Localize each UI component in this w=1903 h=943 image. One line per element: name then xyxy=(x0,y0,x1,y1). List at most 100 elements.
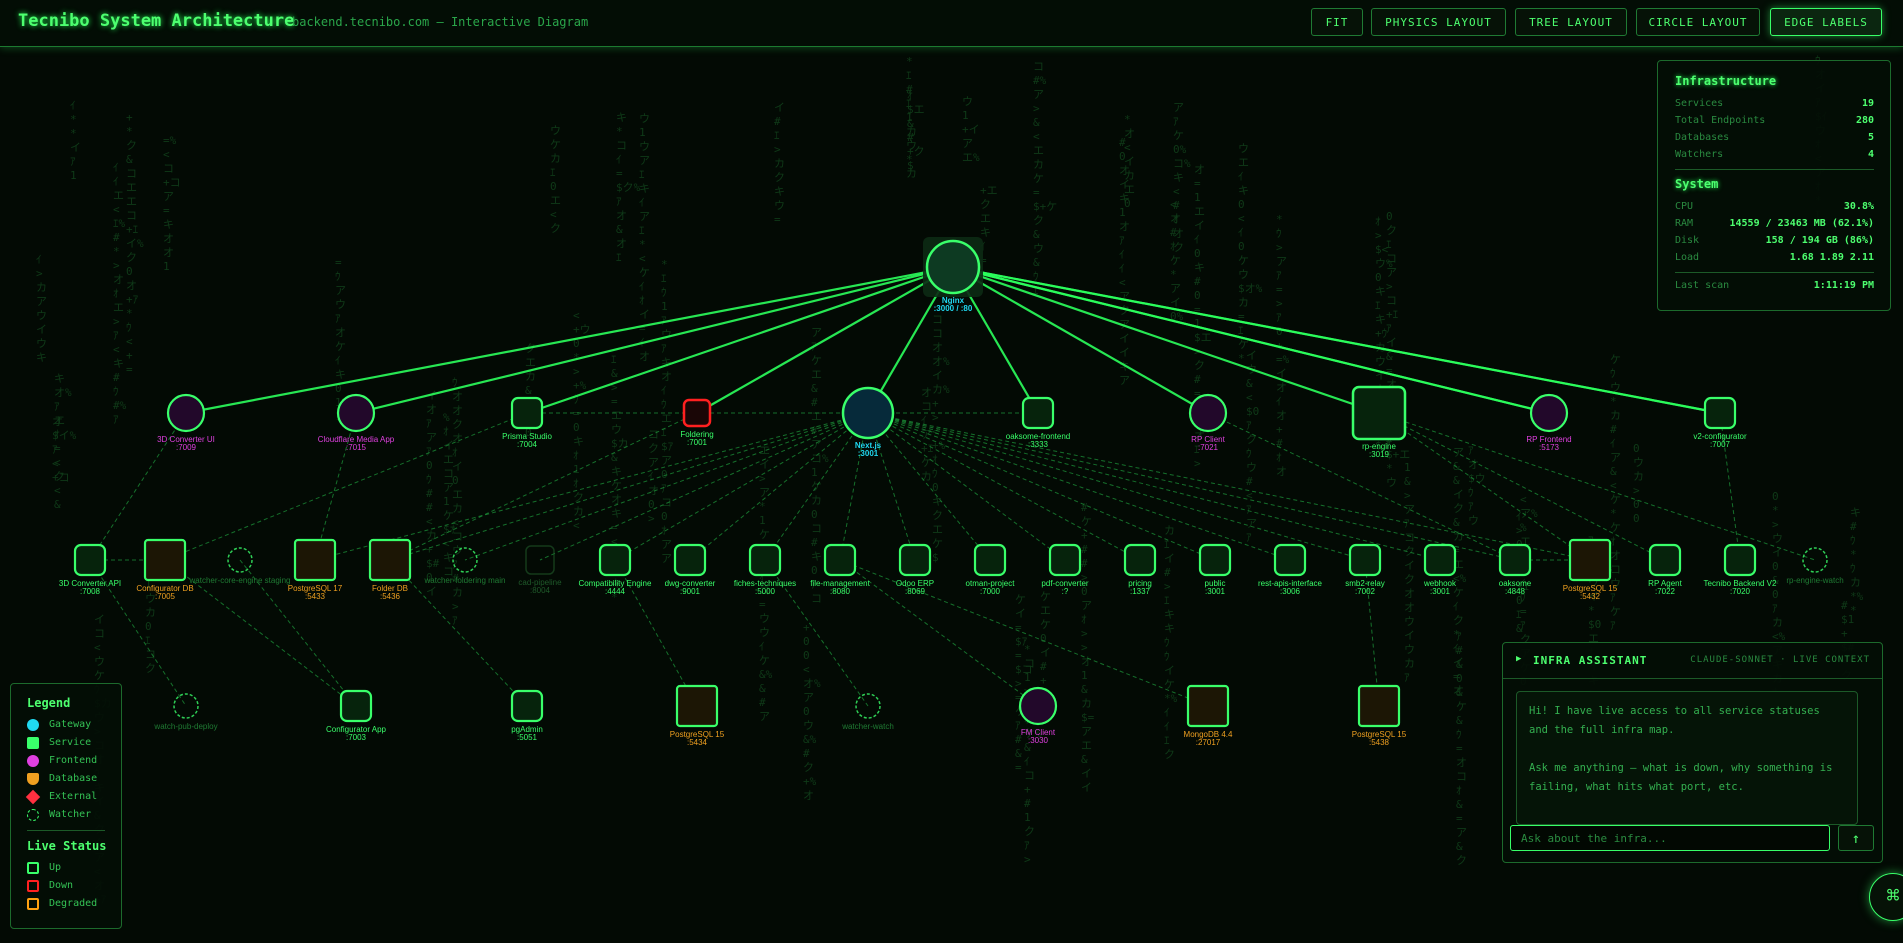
send-button[interactable]: ↑ xyxy=(1838,825,1874,851)
node-watch-fold[interactable]: watcher-foldering main xyxy=(424,547,506,585)
physics-layout-button[interactable]: PHYSICS LAYOUT xyxy=(1371,8,1506,36)
node-port: :9001 xyxy=(680,587,701,596)
node-foldering[interactable]: Foldering:7001 xyxy=(680,398,714,447)
node-webhook[interactable]: webhook:3001 xyxy=(1423,543,1457,596)
infra-assistant-panel: ▶ INFRA ASSISTANT CLAUDE-SONNET · LIVE C… xyxy=(1502,642,1883,863)
node-port: :7000 xyxy=(980,587,1001,596)
tree-layout-button[interactable]: TREE LAYOUT xyxy=(1515,8,1627,36)
edge xyxy=(867,412,1141,561)
node-conf-app[interactable]: Configurator App:7003 xyxy=(326,689,387,742)
stat-row: Databases 5 xyxy=(1675,132,1874,143)
edge xyxy=(1378,412,1816,561)
divider xyxy=(27,830,105,831)
node-rp-engine[interactable]: rp-engine:3019 xyxy=(1351,385,1407,459)
command-icon: ⌘ xyxy=(1886,884,1900,909)
last-scan-row: Last scan 1:11:19 PM xyxy=(1675,280,1874,291)
node-3dconv-api[interactable]: 3D Converter API:7008 xyxy=(59,543,121,596)
node-port: :3019 xyxy=(1369,450,1390,459)
node-port: :5432 xyxy=(1580,592,1601,601)
service-shape xyxy=(823,543,857,577)
edge xyxy=(867,412,1591,561)
stat-row: Load 1.68 1.89 2.11 xyxy=(1675,252,1874,263)
node-odoo[interactable]: Odoo ERP:8069 xyxy=(896,543,934,596)
node-prisma[interactable]: Prisma Studio:7004 xyxy=(502,396,552,449)
node-public[interactable]: public:3001 xyxy=(1198,543,1232,596)
node-port: :5433 xyxy=(305,592,326,601)
service-shape xyxy=(510,689,544,723)
service-shape xyxy=(1498,543,1532,577)
database-shape xyxy=(293,538,337,582)
service-shape xyxy=(1021,396,1055,430)
node-port: :3333 xyxy=(1028,440,1049,449)
node-pg15b[interactable]: PostgreSQL 15:5434 xyxy=(670,684,725,747)
node-pdfconv[interactable]: pdf-converter:? xyxy=(1041,543,1089,596)
database-shape xyxy=(1186,684,1230,728)
node-nextjs[interactable]: Next.js:3001 xyxy=(841,386,895,458)
assistant-input[interactable] xyxy=(1510,825,1830,851)
node-rp-client[interactable]: RP Client:7021 xyxy=(1188,393,1228,452)
service-shape xyxy=(973,543,1007,577)
node-otman[interactable]: otman-project:7000 xyxy=(966,543,1016,596)
node-pg15c[interactable]: PostgreSQL 15:5438 xyxy=(1352,684,1407,747)
node-pgadmin[interactable]: pgAdmin:5051 xyxy=(510,689,544,742)
node-pg15a[interactable]: PostgreSQL 15:5432 xyxy=(1563,538,1618,601)
fit-button[interactable]: FIT xyxy=(1311,8,1363,36)
node-smb2[interactable]: smb2-relay:7002 xyxy=(1345,543,1385,596)
degraded-status-icon xyxy=(27,898,39,910)
node-v2-conf[interactable]: v2-configurator:7007 xyxy=(1693,396,1747,449)
stat-row: Services 19 xyxy=(1675,98,1874,109)
node-pg17[interactable]: PostgreSQL 17:5433 xyxy=(288,538,343,601)
service-shape xyxy=(673,543,707,577)
node-port: :7007 xyxy=(1710,440,1731,449)
node-port: :8004 xyxy=(530,586,551,595)
circle-layout-button[interactable]: CIRCLE LAYOUT xyxy=(1636,8,1760,36)
node-fm-client[interactable]: FM Client:3030 xyxy=(1018,686,1058,745)
node-watch-rp[interactable]: rp-engine-watch xyxy=(1786,547,1844,585)
node-port: :? xyxy=(1062,587,1069,596)
node-mongo[interactable]: MongoDB 4.4:27017 xyxy=(1184,684,1233,747)
stat-row: Disk 158 / 194 GB (86%) xyxy=(1675,235,1874,246)
node-tecnibo-be[interactable]: Tecnibo Backend V2:7020 xyxy=(1704,543,1777,596)
node-folder-db[interactable]: Folder DB:5436 xyxy=(368,538,412,601)
node-fiches[interactable]: fiches-techniques:5000 xyxy=(734,543,796,596)
node-3dconv-ui[interactable]: 3D Converter UI:7009 xyxy=(157,393,215,452)
node-oaksome[interactable]: oaksome:4848 xyxy=(1498,543,1532,596)
play-icon: ▶ xyxy=(1516,654,1522,664)
edge xyxy=(867,412,991,561)
node-label: rp-engine-watch xyxy=(1786,576,1843,585)
node-watch-pub[interactable]: watch-pub-deploy xyxy=(153,693,218,731)
node-dwg[interactable]: dwg-converter:9001 xyxy=(665,543,716,596)
service-shape xyxy=(1123,543,1157,577)
node-watch-con[interactable]: watcher-watch xyxy=(841,693,894,731)
service-shape xyxy=(339,689,373,723)
up-status-icon xyxy=(27,862,39,874)
node-conf-db[interactable]: Configurator DB:7005 xyxy=(136,538,194,601)
node-watch-core[interactable]: watcher-core-engine staging xyxy=(189,547,291,585)
node-port: :8069 xyxy=(905,587,926,596)
node-port: :7005 xyxy=(155,592,176,601)
edge xyxy=(952,266,1209,414)
arrow-up-icon: ↑ xyxy=(1851,831,1861,847)
service-shape xyxy=(598,543,632,577)
node-rp-agent[interactable]: RP Agent:7022 xyxy=(1648,543,1683,596)
assistant-message: Hi! I have live access to all service st… xyxy=(1516,691,1858,825)
gateway-shape xyxy=(925,239,981,295)
service-shape xyxy=(1351,385,1407,441)
system-title: System xyxy=(1675,177,1719,191)
node-filemgmt[interactable]: file-management:8080 xyxy=(810,543,871,596)
node-port: :3030 xyxy=(1028,736,1049,745)
database-shape xyxy=(675,684,719,728)
node-pricing[interactable]: pricing:1337 xyxy=(1123,543,1157,596)
node-cf-media[interactable]: Cloudflare Media App:7015 xyxy=(318,393,395,452)
node-port: :27017 xyxy=(1196,738,1221,747)
database-shape xyxy=(143,538,187,582)
app-title: Tecnibo System Architecture xyxy=(18,11,295,31)
node-cad-pipe[interactable]: cad-pipeline:8004 xyxy=(518,545,562,595)
node-oaksome-fe[interactable]: oaksome-frontend:3333 xyxy=(1006,396,1070,449)
node-rp-frontend[interactable]: RP Frontend:5173 xyxy=(1526,393,1572,452)
app-subtitle: backend.tecnibo.com — Interactive Diagra… xyxy=(292,15,589,29)
node-label: watcher-core-engine staging xyxy=(189,576,291,585)
edge-labels-button[interactable]: EDGE LABELS xyxy=(1770,8,1882,36)
node-compat[interactable]: Compatibility Engine:4444 xyxy=(579,543,652,596)
stat-row: Total Endpoints 280 xyxy=(1675,115,1874,126)
